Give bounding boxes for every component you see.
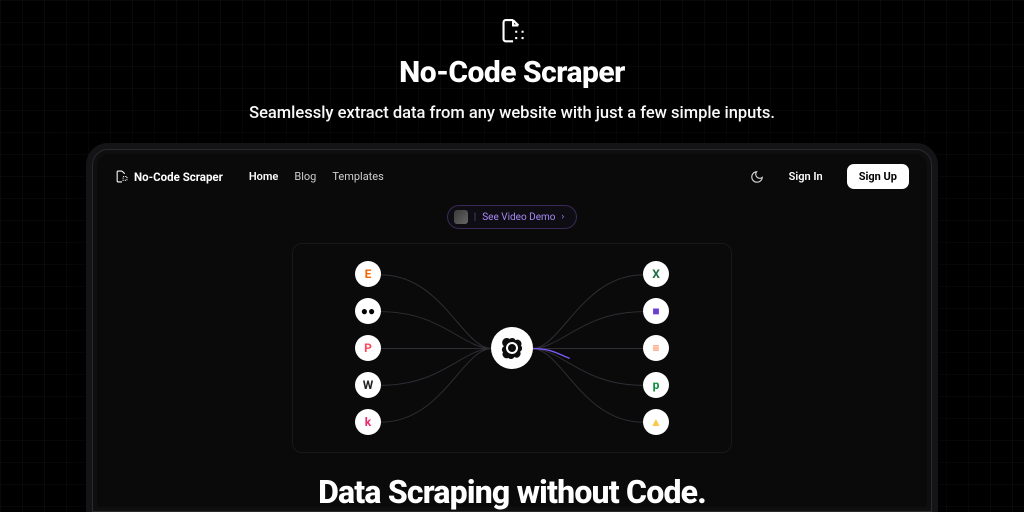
page-title: No-Code Scraper — [399, 55, 625, 90]
rows-icon: ≡ — [643, 335, 669, 361]
etsy-icon: E — [355, 261, 381, 287]
pill-separator: | — [474, 212, 476, 223]
app-logo-icon — [498, 18, 526, 43]
nav-templates[interactable]: Templates — [332, 170, 383, 183]
nav-brand-label: No-Code Scraper — [134, 170, 223, 184]
nav-brand[interactable]: No-Code Scraper — [115, 170, 223, 184]
nav-blog[interactable]: Blog — [294, 170, 316, 183]
nav-logo-icon — [115, 170, 128, 183]
kofi-icon: k — [355, 409, 381, 435]
producthunt-icon: P — [355, 335, 381, 361]
excel-icon: X — [643, 261, 669, 287]
hero-title: Data Scraping without Code. — [318, 473, 706, 511]
sign-up-button[interactable]: Sign Up — [847, 164, 909, 189]
medium-icon: ●● — [355, 298, 381, 324]
integration-graph: E ●● PWk X ■ ≡ p ▲ — [292, 243, 732, 453]
db-icon: ■ — [643, 298, 669, 324]
video-demo-pill[interactable]: | See Video Demo › — [447, 205, 577, 229]
center-ai-node — [491, 327, 533, 369]
navbar: No-Code Scraper Home Blog Templates Sign… — [97, 154, 927, 199]
pixel-icon: p — [643, 372, 669, 398]
drive-icon: ▲ — [643, 409, 669, 435]
wordpress-icon: W — [355, 372, 381, 398]
moon-icon — [750, 170, 764, 184]
theme-toggle[interactable] — [749, 169, 765, 185]
device-frame: No-Code Scraper Home Blog Templates Sign… — [92, 149, 932, 512]
pill-label: See Video Demo — [482, 212, 555, 223]
nav-home[interactable]: Home — [249, 170, 279, 183]
video-thumb-icon — [454, 210, 468, 224]
chevron-right-icon: › — [562, 212, 565, 222]
sign-in-button[interactable]: Sign In — [779, 164, 833, 189]
openai-icon — [500, 336, 524, 360]
page-subtitle: Seamlessly extract data from any website… — [249, 104, 775, 123]
